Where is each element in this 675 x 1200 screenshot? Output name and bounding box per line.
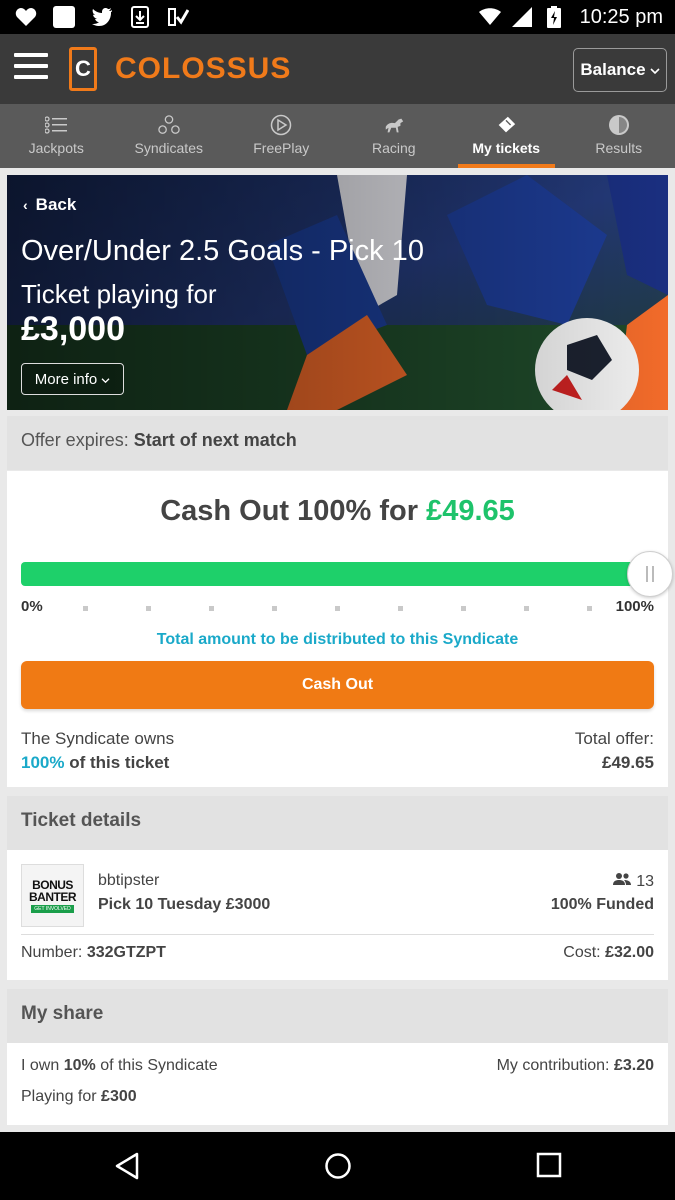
- menu-icon[interactable]: [14, 53, 48, 83]
- divider: [21, 934, 654, 935]
- app-header: C COLOSSUS Balance: [0, 34, 675, 104]
- slider-tick: [398, 606, 403, 611]
- tab-my-tickets[interactable]: My tickets: [450, 104, 563, 168]
- cashout-slider-track[interactable]: [21, 562, 654, 586]
- owns-suffix: of this ticket: [69, 753, 170, 772]
- offer-expires-value: Start of next match: [133, 430, 297, 450]
- back-label: Back: [35, 195, 77, 214]
- chevron-down-icon: [101, 371, 110, 388]
- wifi-icon: [478, 5, 502, 29]
- ticket-title: Over/Under 2.5 Goals - Pick 10: [21, 235, 424, 267]
- chevron-left-icon: ‹: [23, 197, 28, 213]
- funded-status: 100% Funded: [550, 896, 654, 913]
- signal-icon: [510, 5, 534, 29]
- play-circle-icon: [270, 114, 292, 136]
- my-share-heading: My share: [7, 989, 668, 1043]
- my-playing-for: Playing for £300: [21, 1088, 137, 1105]
- square-icon: [52, 5, 76, 29]
- ticket-details-card: BONUS BANTER GET INVOLVED bbtipster Pick…: [7, 850, 668, 980]
- recents-square-icon[interactable]: [536, 1152, 562, 1183]
- my-ownership: I own 10% of this Syndicate: [21, 1057, 218, 1074]
- ticket-cost: Cost: £32.00: [563, 944, 654, 961]
- slider-tick: [272, 606, 277, 611]
- ticket-details-heading: Ticket details: [7, 796, 668, 850]
- balance-button[interactable]: Balance: [573, 48, 667, 92]
- cash-out-button[interactable]: Cash Out: [21, 661, 654, 709]
- syndicate-name: bbtipster: [98, 872, 160, 889]
- tab-label: My tickets: [472, 140, 541, 156]
- cashout-title-text: Cash Out 100% for: [160, 495, 419, 527]
- status-bar: 10:25 pm: [0, 0, 675, 34]
- slider-tick: [587, 606, 592, 611]
- tab-label: Jackpots: [28, 140, 84, 156]
- slider-tick: [83, 606, 88, 611]
- slider-min-label: 0%: [21, 598, 43, 615]
- syndicate-logo: BONUS BANTER GET INVOLVED: [21, 864, 84, 927]
- my-contribution: My contribution: £3.20: [496, 1057, 654, 1074]
- download-icon: [128, 5, 152, 29]
- balance-label: Balance: [580, 60, 646, 79]
- people-icon: [612, 872, 632, 891]
- more-info-label: More info: [34, 370, 98, 388]
- my-share-card: I own 10% of this Syndicate My contribut…: [7, 1043, 668, 1125]
- brand-name: COLOSSUS: [115, 52, 292, 85]
- cashout-amount: £49.65: [426, 495, 515, 527]
- slider-tick: [209, 606, 214, 611]
- member-count-value: 13: [636, 872, 654, 890]
- owns-label: The Syndicate owns: [21, 729, 175, 748]
- list-icon: [45, 114, 68, 136]
- syndicate-ownership: The Syndicate owns 100% of this ticket: [21, 727, 174, 775]
- slider-max-label: 100%: [615, 598, 654, 615]
- tab-label: FreePlay: [253, 140, 310, 156]
- tab-results[interactable]: Results: [563, 104, 675, 168]
- total-offer-label: Total offer:: [574, 729, 654, 748]
- tab-jackpots[interactable]: Jackpots: [0, 104, 113, 168]
- pick-name: Pick 10 Tuesday £3000: [98, 896, 271, 913]
- offer-expires-label: Offer expires:: [21, 430, 129, 450]
- tab-syndicates[interactable]: Syndicates: [113, 104, 226, 168]
- member-count: 13: [612, 872, 654, 891]
- cashout-slider-handle[interactable]: [627, 551, 673, 597]
- syndicate-icon: [158, 114, 180, 136]
- more-info-button[interactable]: More info: [21, 363, 124, 395]
- slider-scale: 0% 100%: [21, 598, 654, 618]
- results-icon: [608, 114, 630, 136]
- total-offer-value: £49.65: [602, 753, 654, 772]
- checklist-icon: [166, 5, 190, 29]
- clock: 10:25 pm: [579, 5, 663, 28]
- ticket-number: Number: 332GTZPT: [21, 944, 166, 961]
- tab-label: Racing: [371, 140, 416, 156]
- system-nav-bar: [0, 1132, 675, 1200]
- twitter-icon: [90, 5, 114, 29]
- heart-icon: [14, 5, 38, 29]
- owns-percent: 100%: [21, 753, 65, 772]
- chevron-down-icon: [650, 60, 660, 80]
- slider-tick: [524, 606, 529, 611]
- offer-expires-bar: Offer expires: Start of next match: [7, 416, 668, 470]
- hero-banner: ‹ Back Over/Under 2.5 Goals - Pick 10 Tic…: [7, 175, 668, 410]
- tab-racing[interactable]: Racing: [338, 104, 451, 168]
- home-circle-icon[interactable]: [324, 1152, 352, 1185]
- logo-icon: C: [69, 47, 97, 91]
- cashout-title: Cash Out 100% for £49.65: [7, 495, 668, 528]
- ticket-prize-amount: £3,000: [21, 310, 125, 348]
- ticket-icon: [495, 114, 517, 136]
- main-nav: Jackpots Syndicates FreePlay Racing My t…: [0, 104, 675, 168]
- distribution-note: Total amount to be distributed to this S…: [156, 631, 519, 648]
- tab-label: Results: [595, 140, 643, 156]
- slider-tick: [146, 606, 151, 611]
- tab-freeplay[interactable]: FreePlay: [225, 104, 338, 168]
- total-offer: Total offer: £49.65: [575, 727, 654, 775]
- tab-label: Syndicates: [134, 140, 203, 156]
- playing-for-label: Ticket playing for: [21, 279, 217, 309]
- slider-tick: [461, 606, 466, 611]
- back-triangle-icon[interactable]: [114, 1152, 140, 1185]
- cashout-card: Cash Out 100% for £49.65 0% 100% Total a…: [7, 471, 673, 787]
- back-button[interactable]: ‹ Back: [23, 195, 76, 215]
- horse-icon: [383, 114, 405, 136]
- slider-tick: [335, 606, 340, 611]
- battery-charging-icon: [542, 5, 566, 29]
